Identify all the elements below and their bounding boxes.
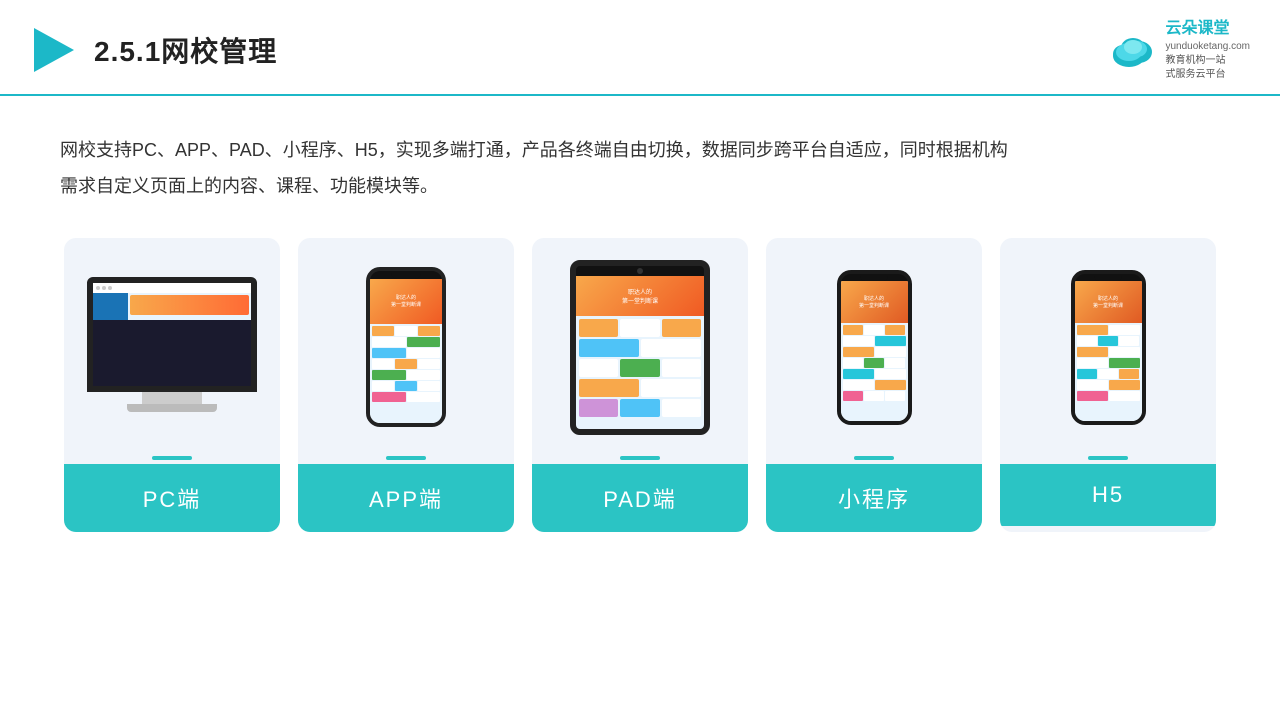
card-label-bar xyxy=(386,456,426,460)
card-pc: PC端 xyxy=(64,238,280,532)
card-miniapp: 职达人的第一堂判断课 xyxy=(766,238,982,532)
header-left: 2.5.1网校管理 xyxy=(30,24,277,76)
phone-miniapp-icon: 职达人的第一堂判断课 xyxy=(837,270,912,425)
card-app: 职达人的第一堂判断课 xyxy=(298,238,514,532)
card-label-bar xyxy=(854,456,894,460)
cloud-icon xyxy=(1109,30,1157,70)
device-cards: PC端 职达人的第一堂判断课 xyxy=(0,228,1280,562)
card-app-image: 职达人的第一堂判断课 xyxy=(298,238,514,448)
page-header: 2.5.1网校管理 云朵课堂 yunduoketang.com 教育机构一站 式… xyxy=(0,0,1280,96)
brand-text: 云朵课堂 yunduoketang.com 教育机构一站 式服务云平台 xyxy=(1165,18,1250,82)
pc-monitor-icon xyxy=(87,277,257,417)
card-pc-image xyxy=(64,238,280,448)
card-pc-label: PC端 xyxy=(64,464,280,532)
phone-h5-icon: 职达人的第一堂判断课 xyxy=(1071,270,1146,425)
card-label-bar xyxy=(620,456,660,460)
card-pad-image: 职达人的第一堂判断课 xyxy=(532,238,748,448)
card-h5-image: 职达人的第一堂判断课 xyxy=(1000,238,1216,448)
card-h5-label: H5 xyxy=(1000,464,1216,526)
card-h5: 职达人的第一堂判断课 xyxy=(1000,238,1216,532)
description-text: 网校支持PC、APP、PAD、小程序、H5，实现多端打通，产品各终端自由切换，数… xyxy=(0,96,1280,228)
brand-logo: 云朵课堂 yunduoketang.com 教育机构一站 式服务云平台 xyxy=(1109,18,1250,82)
brand-domain: yunduoketang.com xyxy=(1165,40,1250,54)
phone-app-icon: 职达人的第一堂判断课 xyxy=(366,267,446,427)
card-label-bar xyxy=(152,456,192,460)
tablet-pad-icon: 职达人的第一堂判断课 xyxy=(570,260,710,435)
card-pad: 职达人的第一堂判断课 xyxy=(532,238,748,532)
card-miniapp-label: 小程序 xyxy=(766,464,982,532)
brand-tagline: 教育机构一站 式服务云平台 xyxy=(1165,54,1250,82)
page-title: 2.5.1网校管理 xyxy=(94,30,277,70)
card-miniapp-image: 职达人的第一堂判断课 xyxy=(766,238,982,448)
brand-name: 云朵课堂 xyxy=(1165,18,1250,40)
logo-icon xyxy=(30,24,78,76)
card-pad-label: PAD端 xyxy=(532,464,748,532)
card-app-label: APP端 xyxy=(298,464,514,532)
header-right: 云朵课堂 yunduoketang.com 教育机构一站 式服务云平台 xyxy=(1109,18,1250,82)
card-label-bar xyxy=(1088,456,1128,460)
